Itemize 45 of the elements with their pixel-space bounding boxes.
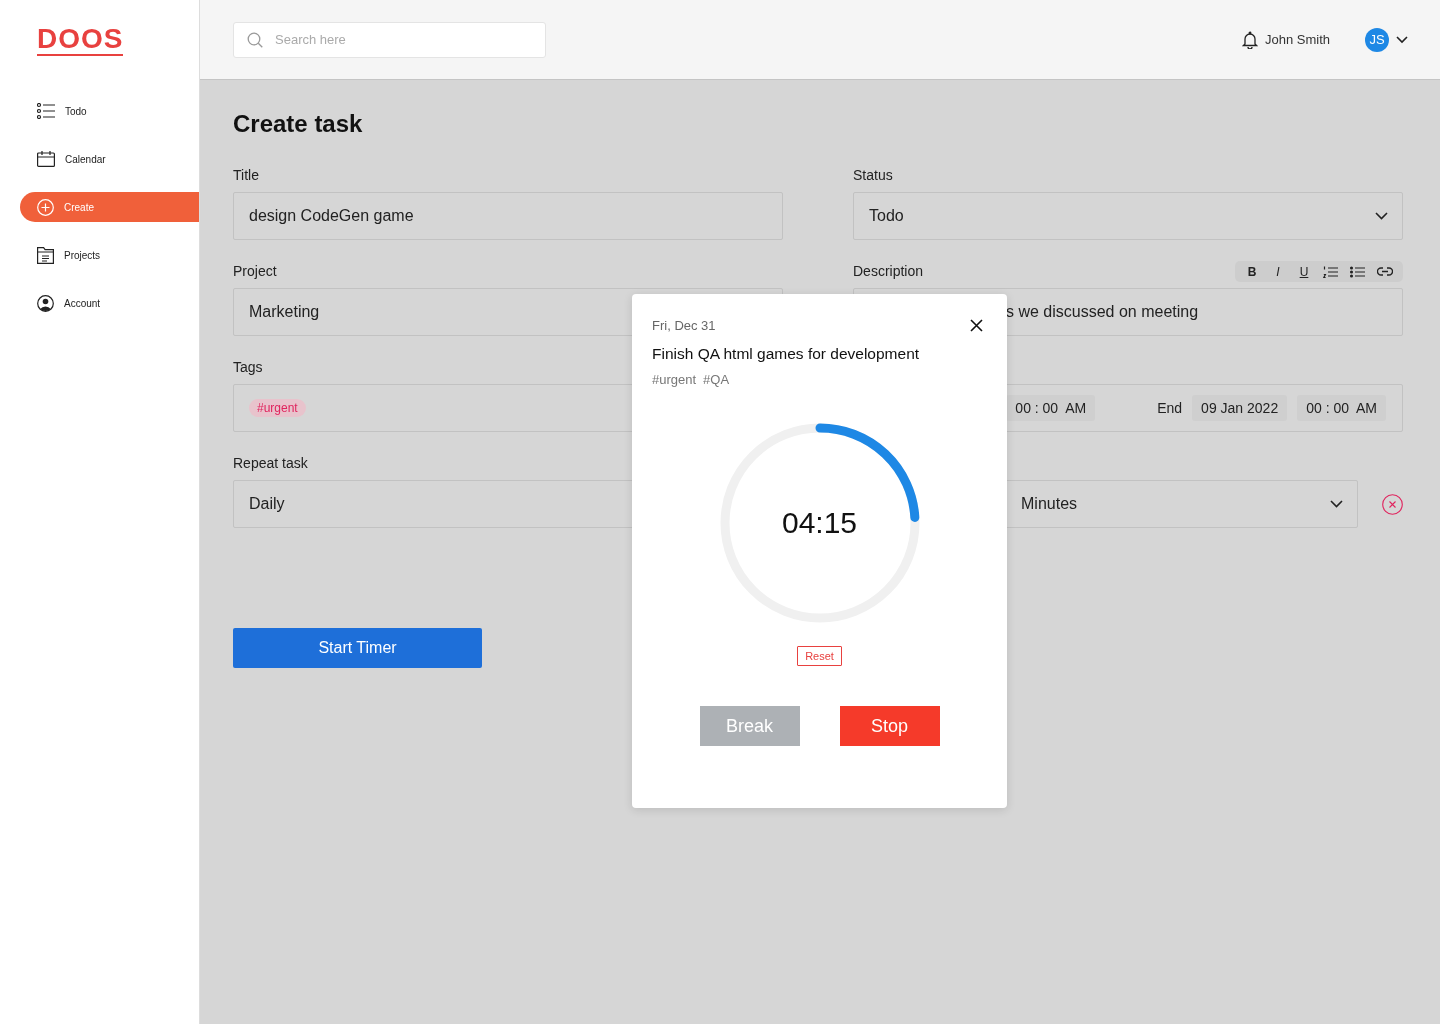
search-field[interactable]: Search here [233,21,546,58]
status-dropdown[interactable]: Todo [853,192,1403,240]
format-button[interactable]: B [1245,264,1259,279]
account-icon [37,294,54,312]
numbered-list-icon[interactable] [1323,265,1338,278]
time-chip[interactable]: 00 : 00 AM [1297,395,1386,421]
user-name: John Smith [1264,32,1330,47]
task-tag: #urgent [652,372,697,387]
field-label: Description [853,263,924,280]
field-label: Tags [233,359,264,376]
plus-circle-icon [37,198,54,216]
task-date: Fri, Dec 31 [652,318,716,333]
field-label: Title [233,167,260,184]
remove-icon[interactable] [1382,493,1403,515]
time-chip[interactable]: 00 : 00 AM [1006,395,1096,421]
user-avatar[interactable]: JS [1365,27,1389,52]
stop-button[interactable]: Stop [839,706,940,746]
nav-item[interactable]: Calendar [20,144,199,174]
title-field[interactable]: design CodeGen game [233,192,783,240]
start-timer-button[interactable]: Start Timer [233,628,482,668]
link-icon[interactable] [1377,267,1393,276]
chevron-down-icon [1330,500,1343,508]
close-icon[interactable] [970,319,983,332]
nav-item[interactable]: Projects [20,240,199,270]
nav-item[interactable]: Todo [20,96,199,126]
list-icon [37,103,55,119]
bullet-list-icon[interactable] [1350,265,1365,278]
format-button[interactable]: U [1297,264,1311,279]
document-icon [37,246,54,264]
logo: DOOS [37,24,124,56]
field-label: Repeat task [233,455,309,472]
task-tag: #QA [703,372,730,387]
calendar-icon [37,151,55,167]
chevron-down-icon[interactable] [1396,35,1408,44]
end-label: End [1157,400,1183,416]
nav-item[interactable]: Account [20,288,199,318]
task-title: Finish QA html games for development [652,345,921,363]
field-label: Status [853,167,894,184]
reset-button[interactable]: Reset [797,646,842,666]
date-chip[interactable]: 09 Jan 2022 [1192,395,1288,421]
bell-icon[interactable] [1241,30,1258,49]
page-title: Create task [233,109,364,139]
field-label: Project [233,263,278,280]
format-button[interactable]: I [1271,264,1285,279]
chevron-down-icon [1375,212,1388,220]
